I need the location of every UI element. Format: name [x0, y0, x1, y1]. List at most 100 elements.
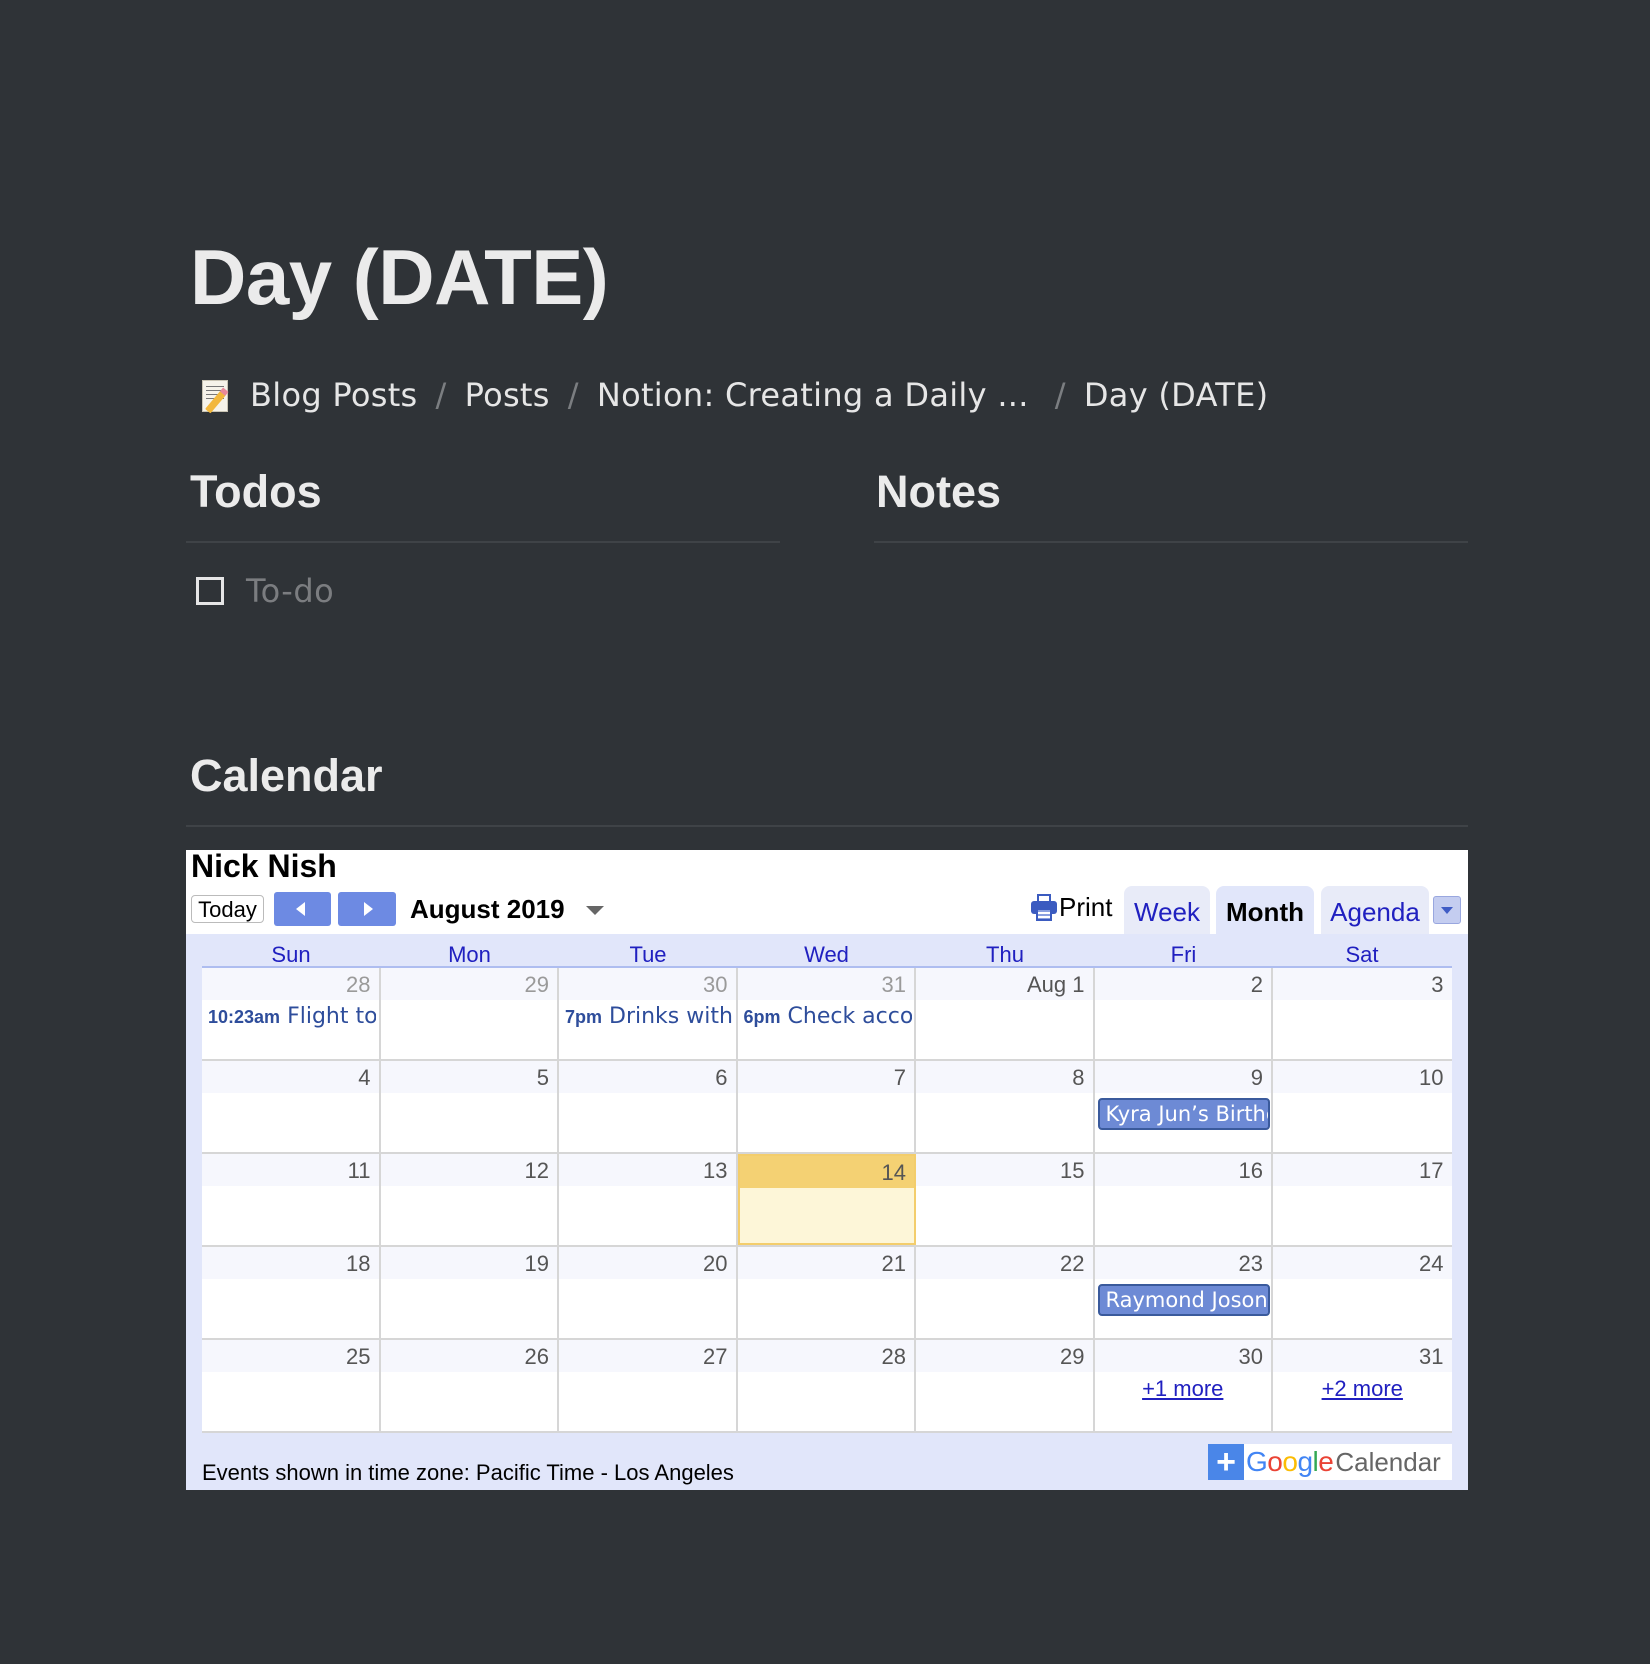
- day-number[interactable]: 19: [380, 1247, 557, 1279]
- day-cell[interactable]: Aug 1: [916, 968, 1095, 1059]
- day-number[interactable]: 23: [1094, 1247, 1271, 1279]
- breadcrumb-item-current[interactable]: Day (DATE): [1084, 376, 1269, 414]
- day-number[interactable]: 4: [202, 1061, 379, 1093]
- day-number[interactable]: 30: [1094, 1340, 1271, 1372]
- day-cell[interactable]: 17: [1273, 1154, 1452, 1245]
- day-cell[interactable]: 8: [916, 1061, 1095, 1152]
- day-number[interactable]: 21: [737, 1247, 914, 1279]
- day-cell[interactable]: 7: [737, 1061, 916, 1152]
- day-number[interactable]: 22: [916, 1247, 1093, 1279]
- day-cell[interactable]: 19: [380, 1247, 559, 1338]
- tab-month[interactable]: Month: [1216, 886, 1314, 934]
- day-number[interactable]: 26: [380, 1340, 557, 1372]
- day-number[interactable]: 18: [202, 1247, 379, 1279]
- day-cell[interactable]: 6: [559, 1061, 738, 1152]
- day-cell[interactable]: 31 6pm Check acco: [737, 968, 916, 1059]
- day-cell[interactable]: 13: [559, 1154, 738, 1245]
- next-month-button[interactable]: [338, 892, 396, 926]
- day-number[interactable]: 3: [1273, 968, 1452, 1000]
- day-cell[interactable]: 28: [737, 1340, 916, 1431]
- prev-month-button[interactable]: [274, 892, 331, 926]
- day-cell[interactable]: 11: [202, 1154, 381, 1245]
- plus-icon: +: [1208, 1444, 1244, 1480]
- day-number[interactable]: 15: [916, 1154, 1093, 1186]
- todo-placeholder[interactable]: To-do: [246, 572, 334, 610]
- tab-week[interactable]: Week: [1124, 886, 1210, 934]
- day-cell[interactable]: 29: [380, 968, 559, 1059]
- day-number[interactable]: 16: [1094, 1154, 1271, 1186]
- all-day-event-chip[interactable]: Kyra Jun’s Birthday: [1097, 1098, 1270, 1130]
- day-cell[interactable]: 29: [916, 1340, 1095, 1431]
- day-number[interactable]: 2: [1094, 968, 1271, 1000]
- all-day-event-chip[interactable]: Raymond Joson: [1097, 1284, 1270, 1316]
- print-label: Print: [1059, 892, 1113, 922]
- day-number[interactable]: 25: [202, 1340, 379, 1372]
- tab-agenda[interactable]: Agenda: [1321, 886, 1429, 934]
- breadcrumb-item-posts[interactable]: Posts: [465, 376, 550, 414]
- more-events-link[interactable]: +1 more: [1095, 1376, 1272, 1402]
- day-cell[interactable]: 12: [380, 1154, 559, 1245]
- print-button[interactable]: Print: [1031, 892, 1112, 923]
- today-button[interactable]: Today: [191, 895, 264, 923]
- day-number[interactable]: 28: [737, 1340, 914, 1372]
- day-number[interactable]: 24: [1273, 1247, 1452, 1279]
- day-number[interactable]: 17: [1273, 1154, 1452, 1186]
- day-number[interactable]: 8: [916, 1061, 1093, 1093]
- day-cell[interactable]: 21: [737, 1247, 916, 1338]
- todo-item[interactable]: To-do: [196, 572, 334, 610]
- day-number[interactable]: 7: [737, 1061, 914, 1093]
- day-cell-today[interactable]: 14: [737, 1154, 916, 1245]
- todo-checkbox[interactable]: [196, 577, 224, 605]
- day-number[interactable]: 29: [380, 968, 557, 1000]
- notes-heading: Notes: [876, 466, 1002, 517]
- day-number[interactable]: 31: [737, 968, 914, 1000]
- day-cell[interactable]: 16: [1094, 1154, 1273, 1245]
- more-events-link[interactable]: +2 more: [1273, 1376, 1452, 1402]
- day-number[interactable]: 29: [916, 1340, 1093, 1372]
- day-number[interactable]: 28: [202, 968, 379, 1000]
- day-number[interactable]: 30: [559, 968, 736, 1000]
- day-cell[interactable]: 4: [202, 1061, 381, 1152]
- event-item[interactable]: 6pm Check acco: [744, 1004, 912, 1029]
- day-cell[interactable]: 20: [559, 1247, 738, 1338]
- day-cell[interactable]: 15: [916, 1154, 1095, 1245]
- day-number[interactable]: Aug 1: [916, 968, 1093, 1000]
- day-cell[interactable]: 28 10:23am Flight to: [202, 968, 381, 1059]
- timezone-note: Events shown in time zone: Pacific Time …: [202, 1460, 734, 1485]
- day-cell[interactable]: 10: [1273, 1061, 1452, 1152]
- breadcrumb-item-notion-post[interactable]: Notion: Creating a Daily ...: [597, 376, 1029, 414]
- add-to-google-calendar-button[interactable]: + Google Calendar: [1208, 1444, 1452, 1480]
- day-cell[interactable]: 2: [1094, 968, 1273, 1059]
- weekday-header-sun: Sun: [271, 942, 311, 967]
- day-cell[interactable]: 23 Raymond Joson: [1094, 1247, 1273, 1338]
- day-number[interactable]: 20: [559, 1247, 736, 1279]
- day-number[interactable]: 6: [559, 1061, 736, 1093]
- day-cell[interactable]: 27: [559, 1340, 738, 1431]
- day-cell[interactable]: 9 Kyra Jun’s Birthday: [1094, 1061, 1273, 1152]
- day-number[interactable]: 10: [1273, 1061, 1452, 1093]
- day-cell[interactable]: 30 7pm Drinks with: [559, 968, 738, 1059]
- day-cell[interactable]: 5: [380, 1061, 559, 1152]
- day-cell[interactable]: 18: [202, 1247, 381, 1338]
- day-cell[interactable]: 24: [1273, 1247, 1452, 1338]
- day-number[interactable]: 11: [202, 1154, 379, 1186]
- event-item[interactable]: 7pm Drinks with: [565, 1004, 733, 1029]
- day-cell[interactable]: 3: [1273, 968, 1452, 1059]
- day-number[interactable]: 9: [1094, 1061, 1271, 1093]
- day-number[interactable]: 12: [380, 1154, 557, 1186]
- day-number[interactable]: 27: [559, 1340, 736, 1372]
- day-cell[interactable]: 22: [916, 1247, 1095, 1338]
- day-cell[interactable]: 25: [202, 1340, 381, 1431]
- day-number[interactable]: 31: [1273, 1340, 1452, 1372]
- view-menu-dropdown-icon[interactable]: [1433, 896, 1461, 924]
- event-title: Check acco: [787, 1004, 912, 1029]
- day-cell[interactable]: 26: [380, 1340, 559, 1431]
- day-number[interactable]: 14: [739, 1156, 914, 1188]
- day-number[interactable]: 5: [380, 1061, 557, 1093]
- event-item[interactable]: 10:23am Flight to: [208, 1004, 376, 1029]
- day-number[interactable]: 13: [559, 1154, 736, 1186]
- breadcrumb-item-blog-posts[interactable]: Blog Posts: [250, 376, 418, 414]
- month-picker-dropdown-icon[interactable]: [586, 906, 604, 915]
- day-cell[interactable]: 31 +2 more: [1273, 1340, 1452, 1431]
- day-cell[interactable]: 30 +1 more: [1094, 1340, 1273, 1431]
